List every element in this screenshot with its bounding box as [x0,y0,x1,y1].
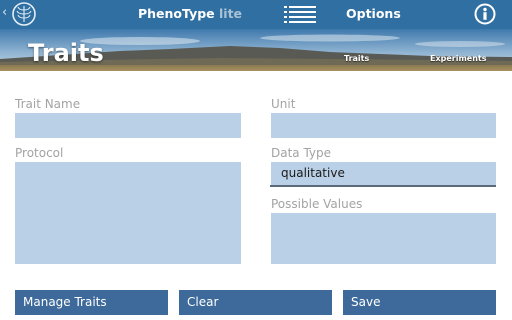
header-banner: Traits Traits Experiments [0,29,512,71]
protocol-label: Protocol [15,146,64,160]
back-chevron-icon[interactable]: ‹ [2,5,7,20]
manage-traits-button[interactable]: Manage Traits [15,290,168,315]
data-type-underline [270,185,496,187]
unit-label: Unit [271,97,296,111]
data-type-value: qualitative [281,166,345,180]
possible-values-label: Possible Values [271,197,363,211]
options-menu[interactable]: Options [346,6,401,21]
save-button[interactable]: Save [343,290,496,315]
unit-input[interactable] [271,113,496,138]
data-type-select[interactable]: qualitative [271,162,496,185]
trait-name-input[interactable] [15,113,241,138]
trait-name-label: Trait Name [15,97,81,111]
app-edition: lite [219,6,243,21]
action-bar: ‹ PhenoType lite Options [0,0,512,29]
info-icon[interactable] [474,3,496,25]
possible-values-textarea[interactable] [271,213,496,264]
clear-button[interactable]: Clear [179,290,332,315]
app-title: PhenoType lite [138,6,242,21]
page-title: Traits [28,39,104,67]
app-logo-icon[interactable] [10,1,38,27]
protocol-textarea[interactable] [15,162,241,264]
menu-list-icon[interactable] [284,4,318,24]
data-type-label: Data Type [271,146,332,160]
tab-traits[interactable]: Traits [344,54,369,63]
app-name: PhenoType [138,6,215,21]
tab-experiments[interactable]: Experiments [430,54,487,63]
